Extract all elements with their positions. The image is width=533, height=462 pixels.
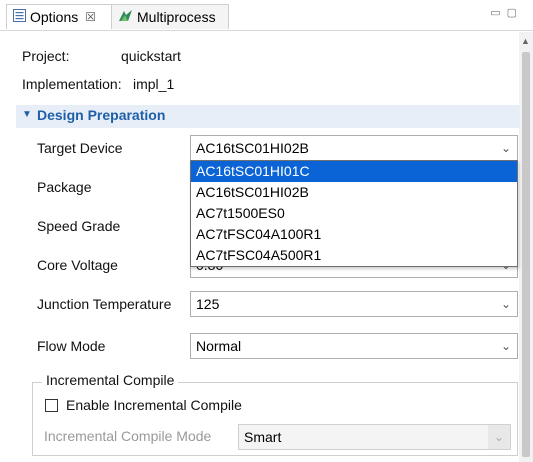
package-label: Package [37, 179, 92, 195]
minimize-icon[interactable]: ▭ [490, 7, 506, 19]
dropdown-option[interactable]: AC7tFSC04A100R1 [191, 224, 517, 245]
chevron-down-icon[interactable]: ⌄ [495, 292, 517, 316]
flow-mode-select[interactable]: Normal ⌄ [190, 333, 518, 359]
incremental-compile-mode-value: Smart [244, 429, 282, 445]
target-device-value: AC16tSC01HI02B [196, 140, 309, 156]
implementation-label: Implementation: [22, 76, 122, 92]
speed-grade-label: Speed Grade [37, 218, 121, 234]
junction-temperature-label: Junction Temperature [37, 296, 172, 312]
target-device-label: Target Device [37, 140, 123, 156]
dropdown-option[interactable]: AC7t1500ES0 [191, 203, 517, 224]
tab-close-icon[interactable]: ☒ [85, 10, 96, 24]
junction-temperature-select[interactable]: 125 ⌄ [190, 291, 518, 317]
dropdown-option[interactable]: AC16tSC01HI01C [191, 161, 517, 182]
dropdown-option[interactable]: AC7tFSC04A500R1 [191, 245, 517, 266]
implementation-value: impl_1 [133, 76, 175, 92]
project-label: Project: [22, 48, 70, 64]
project-value: quickstart [121, 48, 181, 64]
tab-options-label: Options [30, 9, 79, 25]
scrollbar-thumb[interactable] [522, 52, 530, 457]
maximize-icon[interactable]: ▢ [507, 7, 523, 19]
flow-mode-label: Flow Mode [37, 338, 106, 354]
chevron-down-icon[interactable]: ⌄ [495, 334, 517, 358]
multiprocess-icon [118, 9, 133, 26]
flow-mode-value: Normal [196, 338, 242, 354]
incremental-compile-mode-label: Incremental Compile Mode [44, 428, 212, 444]
chevron-down-icon[interactable]: ⌄ [495, 136, 517, 160]
view-window-controls[interactable]: ▭▢ [490, 6, 523, 19]
scroll-up-icon[interactable]: ▲ [521, 36, 530, 46]
tab-multiprocess-label: Multiprocess [137, 9, 216, 25]
target-device-dropdown-list[interactable]: AC16tSC01HI01C AC16tSC01HI02B AC7t1500ES… [190, 160, 518, 267]
section-title[interactable]: Design Preparation [37, 107, 165, 123]
chevron-down-icon[interactable]: ⌄ [488, 425, 510, 449]
target-device-select[interactable]: AC16tSC01HI02B ⌄ [190, 135, 518, 161]
incremental-compile-mode-select[interactable]: Smart ⌄ [238, 424, 511, 450]
dropdown-option[interactable]: AC16tSC01HI02B [191, 182, 517, 203]
core-voltage-label: Core Voltage [37, 257, 118, 273]
tab-multiprocess[interactable]: Multiprocess [111, 4, 229, 29]
options-icon [13, 9, 26, 25]
enable-incremental-compile-label[interactable]: Enable Incremental Compile [66, 397, 242, 413]
incremental-compile-group-title: Incremental Compile [42, 372, 179, 388]
junction-temperature-value: 125 [196, 296, 220, 312]
expand-arrow-icon[interactable]: ▼ [22, 109, 32, 120]
view-tab-bar: Options ☒ Multiprocess ▭▢ [0, 0, 533, 31]
tab-options[interactable]: Options ☒ [6, 4, 112, 29]
enable-incremental-compile-checkbox[interactable] [45, 399, 58, 412]
